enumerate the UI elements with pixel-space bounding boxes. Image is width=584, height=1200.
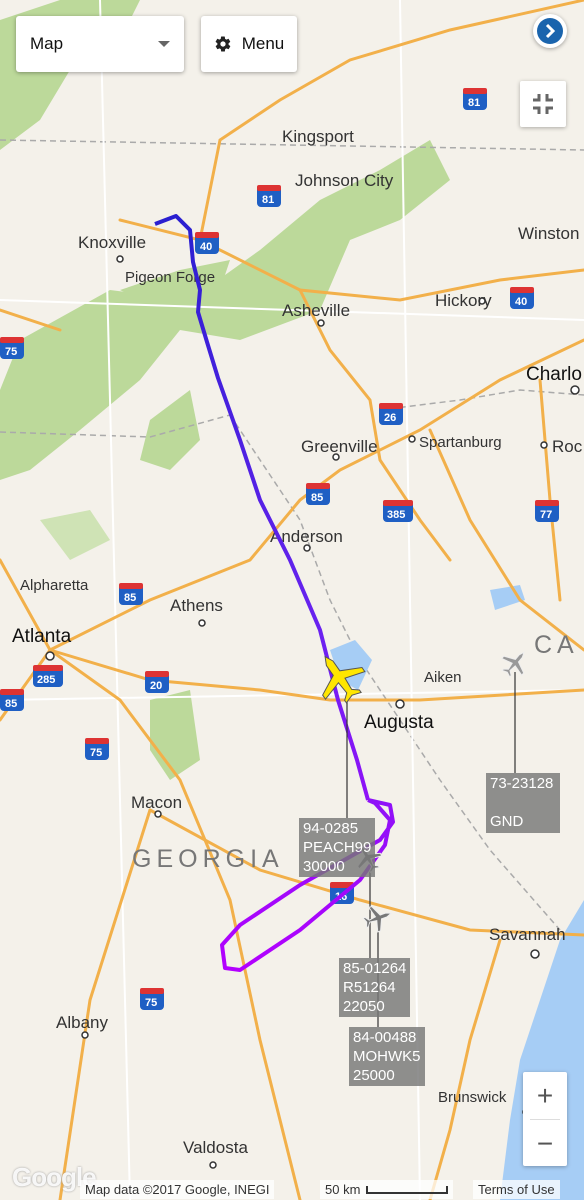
place-label: Brunswick [438,1089,507,1106]
place-label: Johnson City [295,171,394,190]
place-label: Savannah [489,925,566,944]
svg-text:77: 77 [540,509,552,521]
aircraft-callsign: MOHWK5 [353,1048,421,1065]
place-label: Athens [170,596,223,615]
aircraft-id: 85-01264 [343,960,407,977]
menu-label: Menu [241,34,285,53]
scale-bar: 50 km [320,1180,454,1199]
place-label: Charlo [526,364,582,385]
aircraft-id: 73-23128 [490,775,554,792]
place-label: Macon [131,793,182,812]
place-label: Valdosta [183,1138,248,1157]
svg-text:40: 40 [200,241,212,253]
place-label: Roc [552,437,583,456]
svg-text:81: 81 [262,194,274,206]
place-label: Atlanta [12,626,72,647]
svg-text:385: 385 [387,509,405,521]
place-label: Pigeon Forge [125,269,215,286]
place-label: Winston [518,224,579,243]
chevron-right-icon [537,18,563,44]
aircraft-label-73-23128[interactable]: 73-23128 GND [486,773,560,833]
place-label: Spartanburg [419,434,502,451]
state-label: CA [534,631,579,659]
fullscreen-exit-icon [533,94,553,114]
svg-text:75: 75 [145,997,157,1009]
place-label: Alpharetta [20,577,89,594]
menu-button[interactable]: Menu [201,16,297,72]
state-label: GEORGIA [132,845,284,873]
fullscreen-button[interactable] [520,81,566,127]
map-type-value: Map [30,34,64,53]
terms-link[interactable]: Terms of Use [473,1180,560,1199]
svg-text:26: 26 [384,412,396,424]
svg-text:81: 81 [468,97,480,109]
aircraft-callsign: PEACH99 [303,839,372,856]
chevron-down-icon [158,41,170,47]
gear-icon [215,36,231,52]
aircraft-altitude: 25000 [353,1067,395,1084]
svg-text:75: 75 [90,747,102,759]
aircraft-callsign [490,793,556,812]
aircraft-id: 84-00488 [353,1029,417,1046]
scale-line [366,1185,449,1194]
aircraft-altitude: 30000 [303,858,345,875]
map-data-attribution: Map data ©2017 Google, INEGI [80,1180,275,1199]
place-label: Knoxville [78,233,146,252]
map-canvas[interactable]: Kingsport Johnson City Knoxville Pigeon … [0,0,584,1200]
aircraft-label-85-01264[interactable]: 85-01264 R51264 22050 [339,958,411,1017]
svg-text:75: 75 [5,346,17,358]
place-label: Augusta [364,712,434,733]
place-label: Greenville [301,437,378,456]
aircraft-altitude: GND [490,813,524,830]
zoom-out-button[interactable]: − [523,1120,567,1167]
map-type-select[interactable]: Map [16,16,184,72]
scale-label: 50 km [325,1182,361,1197]
svg-text:85: 85 [311,492,323,504]
place-label: Albany [56,1013,108,1032]
place-label: Kingsport [282,127,354,146]
svg-text:285: 285 [37,674,55,686]
zoom-in-button[interactable]: + [523,1072,567,1119]
svg-text:85: 85 [5,698,17,710]
aircraft-id: 94-0285 [303,820,359,837]
place-label: Aiken [424,669,462,686]
place-label: Hickory [435,291,492,310]
aircraft-altitude: 22050 [343,998,385,1015]
place-label: Asheville [282,301,350,320]
svg-text:85: 85 [124,592,136,604]
aircraft-label-94-0285[interactable]: 94-0285 PEACH99 30000 [299,818,376,877]
aircraft-label-84-00488[interactable]: 84-00488 MOHWK5 25000 [349,1027,425,1086]
aircraft-callsign: R51264 [343,979,396,996]
svg-text:20: 20 [150,680,162,692]
expand-panel-button[interactable] [533,14,567,48]
zoom-control: + − [523,1072,567,1166]
svg-text:40: 40 [515,296,527,308]
